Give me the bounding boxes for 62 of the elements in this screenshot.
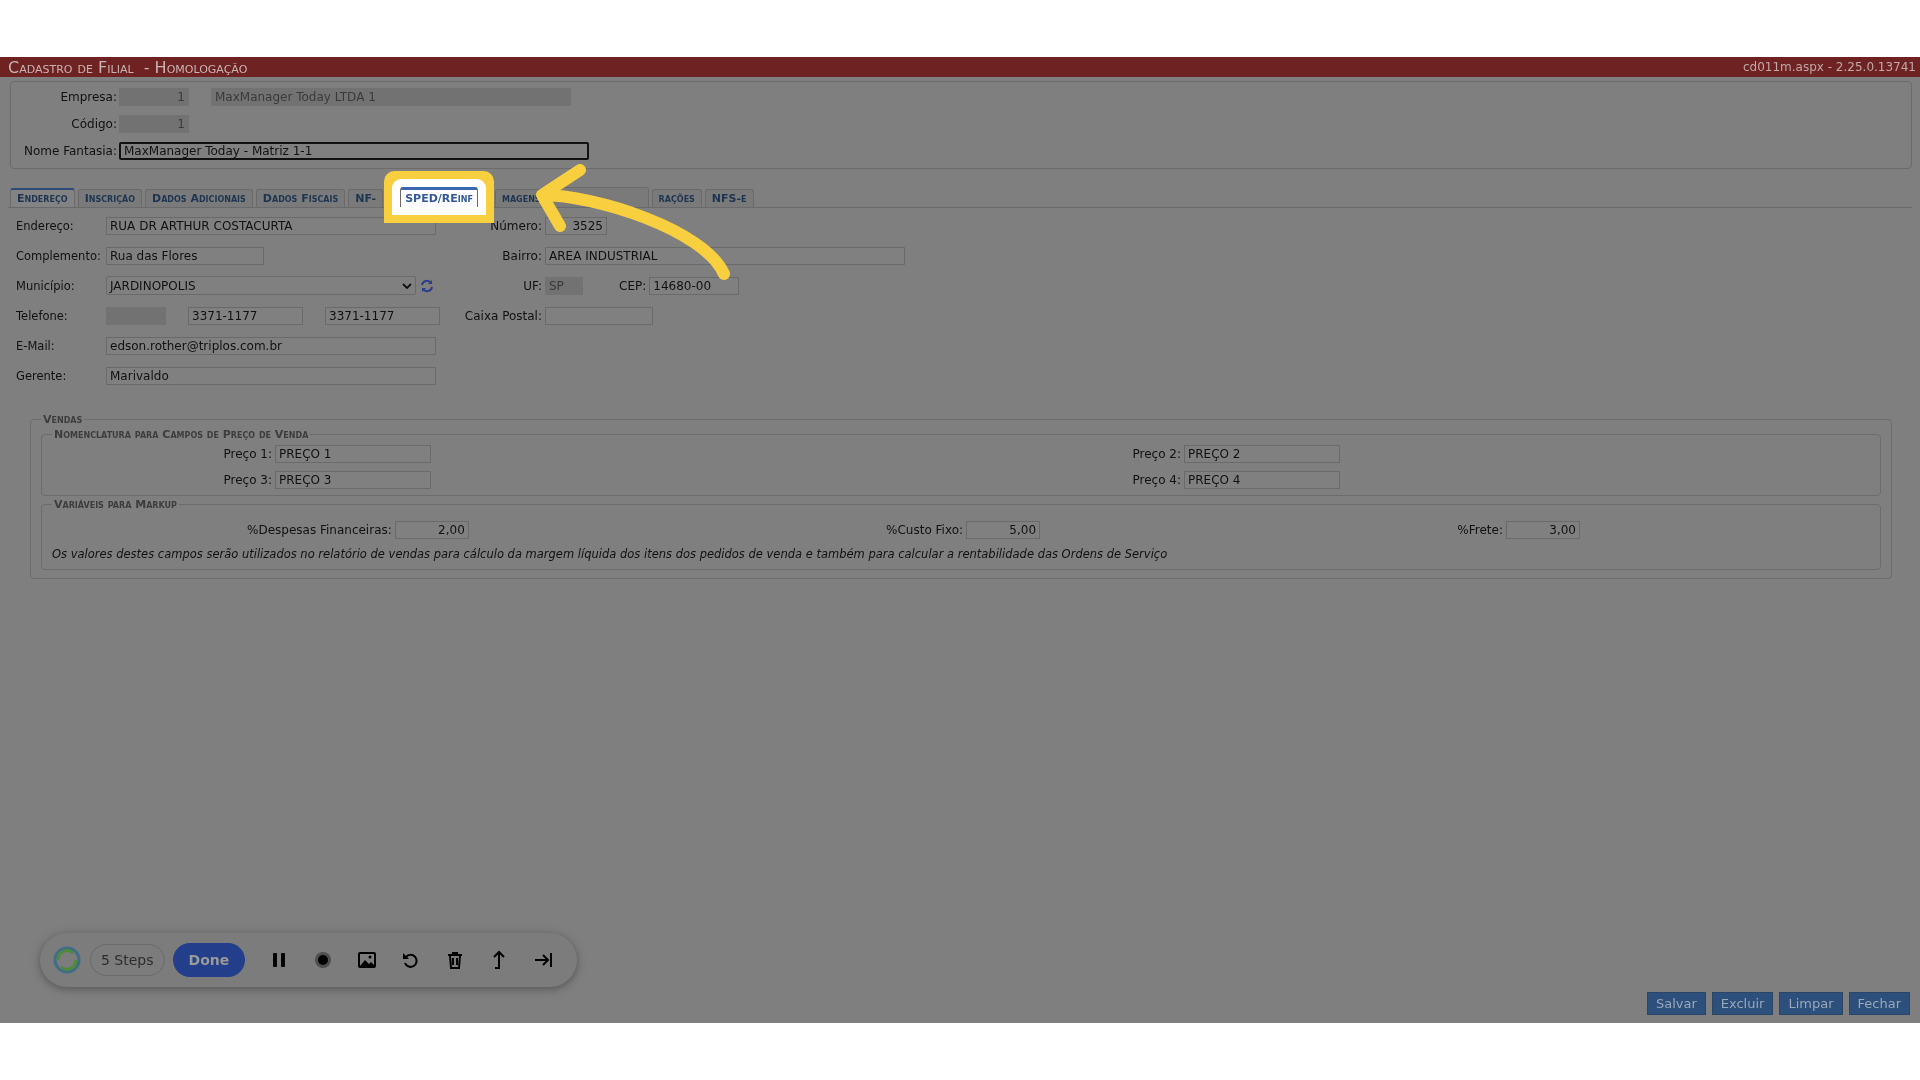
tab[interactable]: NFS-e: [704, 189, 754, 207]
field-label: %Frete:: [1457, 523, 1503, 537]
field-label: Complemento:: [16, 248, 102, 263]
skip-to-end-icon[interactable]: [533, 950, 554, 970]
input-field[interactable]: 2,00: [394, 521, 469, 539]
field-label: Preço 3:: [222, 473, 273, 487]
field-label: %Custo Fixo:: [886, 523, 964, 537]
section-legend: Nomenclatura para Campos de Preço de Venda: [52, 428, 311, 441]
municipio-dropdown[interactable]: JARDINOPOLIS: [106, 276, 416, 295]
field-label: Número:: [489, 218, 543, 233]
input-field[interactable]: 14680-00: [649, 276, 740, 295]
chevron-down-icon[interactable]: [402, 282, 412, 289]
field-label: Preço 1:: [222, 447, 273, 461]
version-label: cd011m.aspx - 2.25.0.13741: [1742, 60, 1916, 74]
field-label: UF:: [522, 278, 543, 293]
field-label: Município:: [16, 278, 76, 293]
input-field[interactable]: AREA INDUSTRIAL: [545, 246, 905, 265]
field-label: Gerente:: [16, 368, 68, 383]
tab[interactable]: rações: [651, 189, 702, 207]
field-label: Preço 4:: [1131, 473, 1182, 487]
action-button[interactable]: Limpar: [1779, 992, 1843, 1015]
input-field[interactable]: 3,00: [1506, 521, 1580, 539]
note-text: Os valores destes campos serão utilizados no relatório de vendas para cálculo da margem líquida dos itens dos pedidos de venda e também para calcular a rentabilidade das Ordens de Serviço: [52, 547, 1169, 561]
field-label: Caixa Postal:: [463, 308, 543, 323]
field-label: E-Mail:: [16, 338, 56, 353]
field-label: Preço 2:: [1131, 447, 1182, 461]
tab[interactable]: Inscrição: [77, 189, 143, 207]
tab[interactable]: Dados Adicionais: [145, 189, 253, 207]
action-button[interactable]: Excluir: [1711, 992, 1774, 1015]
refresh-icon[interactable]: [420, 278, 434, 293]
swirl-logo-icon: [52, 945, 82, 975]
input-field[interactable]: PREÇO 1: [275, 445, 431, 463]
input-field[interactable]: 3371-1177: [188, 306, 303, 325]
image-icon[interactable]: [357, 950, 378, 970]
field-label: Telefone:: [16, 308, 69, 323]
input-field[interactable]: 3371-1177: [325, 306, 440, 325]
input-field[interactable]: Marivaldo: [106, 366, 436, 385]
tab[interactable]: NF-: [348, 189, 384, 207]
input-field[interactable]: edson.rother@triplos.com.br: [106, 336, 436, 355]
field-label: Nome Fantasia:: [23, 144, 118, 158]
done-button[interactable]: Done: [172, 943, 246, 977]
window-title: Cadastro de Filial - Homologação: [8, 57, 248, 77]
action-button[interactable]: Salvar: [1646, 992, 1706, 1015]
input-field[interactable]: 5,00: [966, 521, 1041, 539]
section-legend: Vendas: [41, 413, 85, 426]
field-label: %Despesas Financeiras:: [247, 523, 392, 537]
input-field[interactable]: PREÇO 2: [1184, 445, 1340, 463]
action-button[interactable]: Fechar: [1848, 992, 1910, 1015]
field-label: CEP:: [619, 278, 648, 293]
tab[interactable]: Endereço: [10, 188, 75, 207]
input-field[interactable]: MaxManager Today - Matriz 1-1: [119, 142, 589, 160]
section-legend: Variáveis para Markup: [52, 498, 179, 511]
field-label: Endereço:: [16, 218, 75, 233]
input-field[interactable]: PREÇO 4: [1184, 471, 1340, 489]
field-label: Código:: [70, 117, 118, 131]
blur-icon[interactable]: [313, 950, 334, 970]
input-field[interactable]: Rua das Flores: [106, 246, 264, 265]
input-field[interactable]: PREÇO 3: [275, 471, 431, 489]
tab[interactable]: Dados Fiscais: [255, 189, 346, 207]
field-label: Bairro:: [501, 248, 543, 263]
input-field[interactable]: RUA DR ARTHUR COSTACURTA: [106, 216, 436, 235]
field-label: Empresa:: [59, 90, 118, 104]
